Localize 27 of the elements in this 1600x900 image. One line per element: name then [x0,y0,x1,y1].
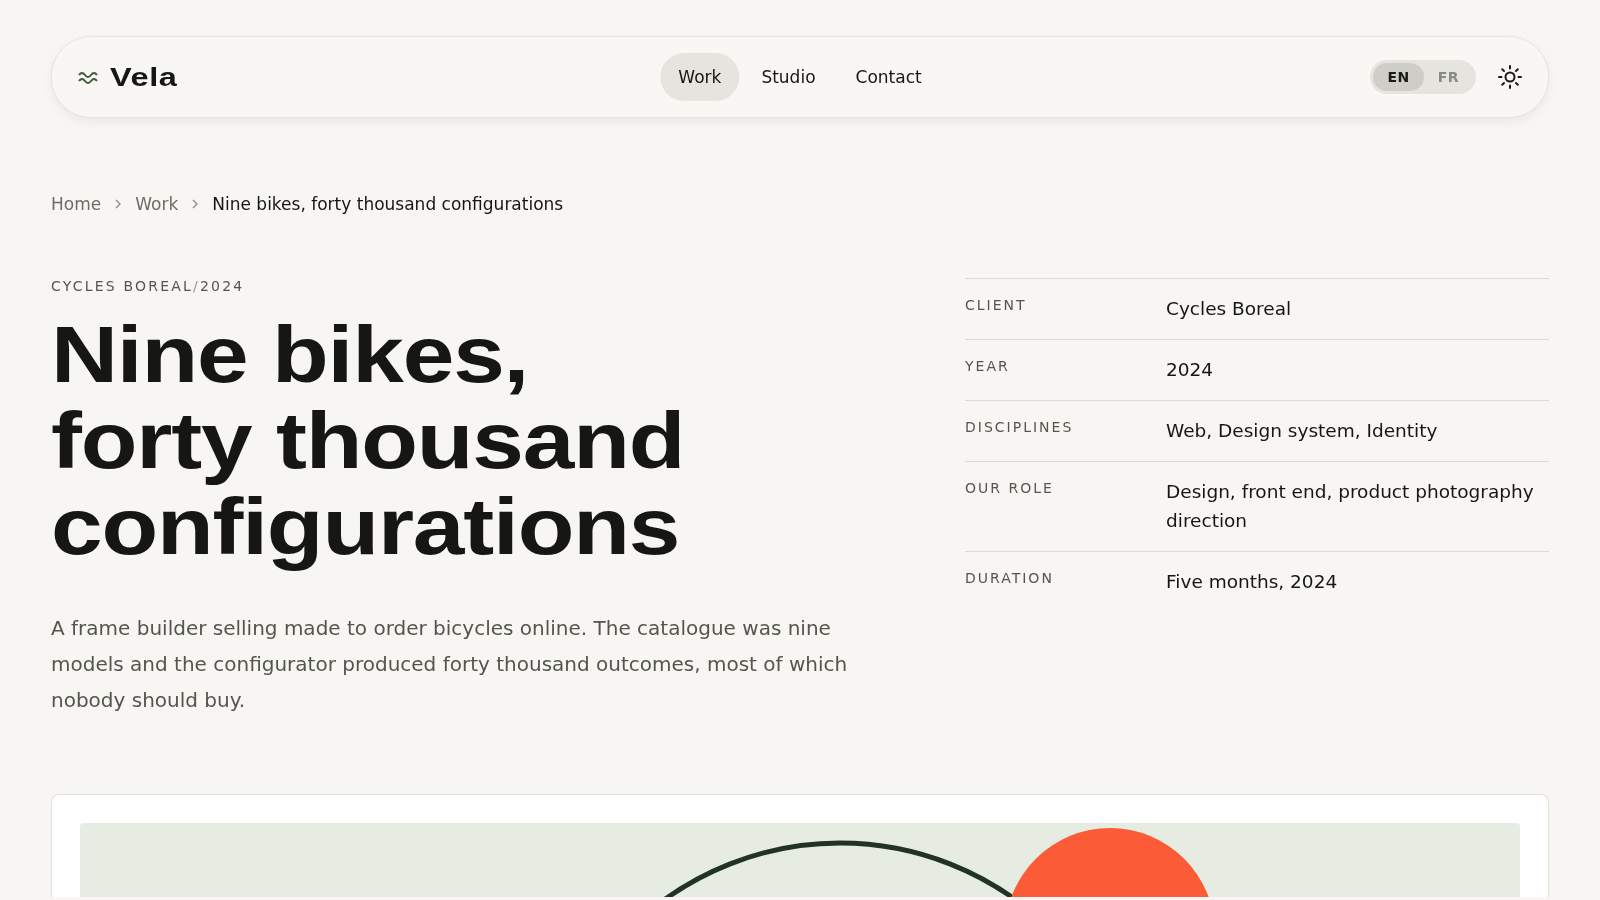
chevron-icon [114,198,123,210]
breadcrumb-current: Nine bikes, forty thousand configurations [212,194,564,214]
sun-icon[interactable] [1498,65,1522,89]
fact-label: DISCIPLINES [965,418,1075,437]
fact-label: CLIENT [965,296,1028,315]
chevron-icon [191,198,200,210]
breadcrumb-link[interactable]: Home [51,194,102,214]
fact-label: DURATION [965,569,1055,588]
nav-link[interactable]: Contact [837,53,940,101]
fact-label: OUR ROLE [965,479,1055,498]
brand-name[interactable]: Vela [110,61,198,93]
summary-text: A frame builder selling made to order bicycles online. The catalogue was nine models and the configurator produced forty thousand outcomes, most of which nobody should buy. [51,615,849,714]
nav-link[interactable]: Work [660,53,740,101]
language-option[interactable]: EN [1373,63,1424,91]
page-title: Nine bikes, forty thousand configurations [51,312,685,570]
client-label: CYCLES BOREAL [51,278,193,294]
fact-value: 2024 [1166,358,1215,382]
wave-icon [78,70,100,84]
breadcrumb-link[interactable]: Work [135,194,179,214]
fact-value: Web, Design system, Identity [1166,419,1439,443]
fact-value: Design, front end, product photography direction [1166,480,1535,533]
fact-value: Cycles Boreal [1166,297,1293,321]
year-label: 2024 [199,278,245,294]
fact-label: YEAR [965,357,1011,376]
separator: / [193,278,200,294]
nav-link[interactable]: Studio [743,53,834,101]
fact-value: Five months, 2024 [1166,570,1339,594]
